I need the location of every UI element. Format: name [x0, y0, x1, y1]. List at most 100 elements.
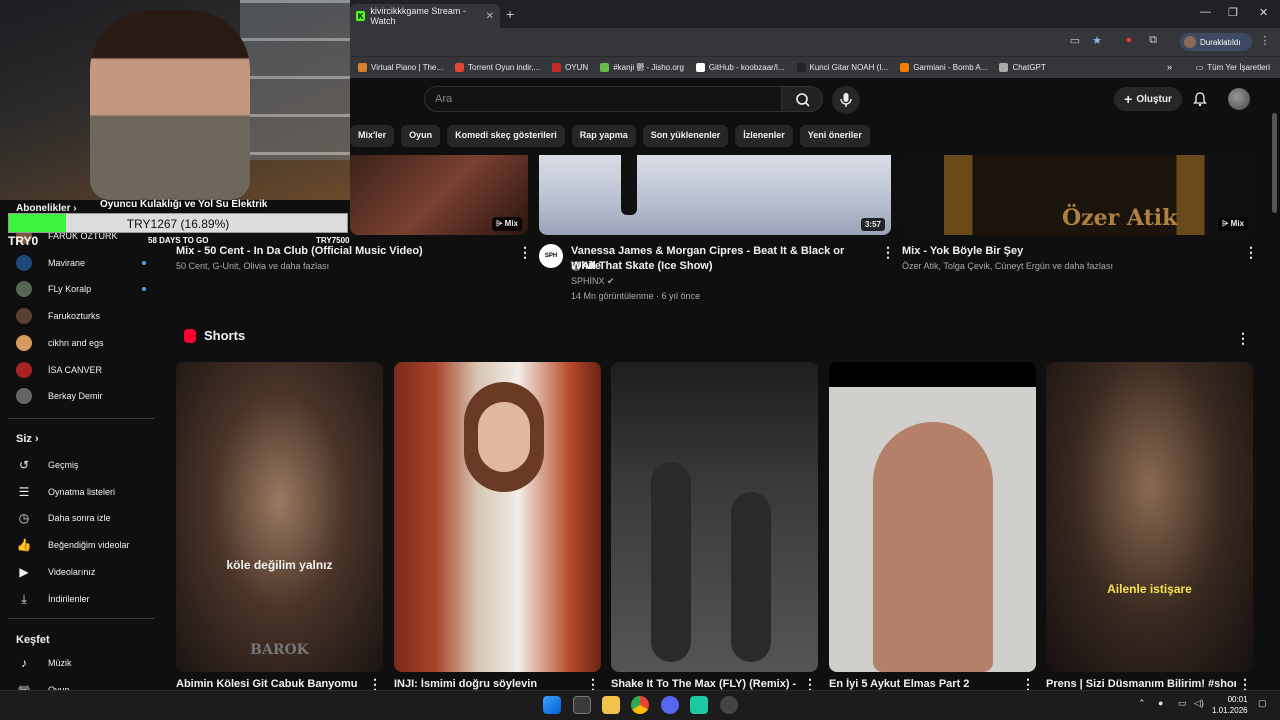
start-icon[interactable]: [543, 696, 561, 714]
bookmark-item[interactable]: GitHub - koobzaar/l...: [695, 63, 785, 72]
short-thumbnail[interactable]: [394, 362, 601, 672]
bookmark-label: GitHub - koobzaar/l...: [708, 63, 785, 72]
new-tab-button[interactable]: +: [506, 6, 514, 22]
bookmark-item[interactable]: Torrent Oyun indir,...: [455, 63, 540, 72]
sidebar-divider: [8, 418, 154, 419]
bookmark-item[interactable]: Virtual Piano | The...: [358, 63, 443, 72]
short-title[interactable]: Abimin Kölesi Git Cabuk Banyomu: [176, 678, 366, 690]
profile-button[interactable]: Duraklatıldı: [1180, 33, 1252, 51]
channel-avatar[interactable]: SPH: [539, 244, 563, 268]
sidebar-item[interactable]: ◷ Daha sonra izle: [16, 507, 146, 529]
bookmark-star-icon[interactable]: ★: [1090, 34, 1104, 48]
music-icon: ♪: [21, 656, 27, 670]
sidebar-item[interactable]: ⤓ İndirilenler: [16, 588, 146, 610]
browser-tab[interactable]: K kivircikkkgame Stream - Watch ✕: [350, 4, 500, 28]
page-scrollbar[interactable]: [1272, 113, 1277, 213]
sidebar-item[interactable]: ♪ Müzik: [16, 652, 146, 674]
subscription-item[interactable]: Mavirane: [16, 252, 146, 274]
video-title-line2[interactable]: @All That Skate (Ice Show): [571, 259, 871, 274]
video-menu-icon[interactable]: ⋮: [881, 244, 895, 261]
subscription-item[interactable]: FLy Koralp: [16, 278, 146, 300]
watch-later-icon: ◷: [18, 511, 30, 526]
create-button[interactable]: + Oluştur: [1114, 87, 1182, 111]
short-title[interactable]: En İyi 5 Aykut Elmas Part 2: [829, 678, 1019, 690]
bookmark-item[interactable]: Kunci Gitar NOAH (I...: [796, 63, 888, 72]
opera-extension-icon[interactable]: ●: [1122, 34, 1136, 48]
network-icon[interactable]: ▭: [1178, 698, 1187, 709]
short-title[interactable]: Prens | Sizi Düsmanım Bilirim! #shorts: [1046, 678, 1236, 690]
volume-icon[interactable]: ◁): [1194, 698, 1204, 709]
filter-chip[interactable]: Son yüklenenler: [642, 125, 729, 147]
video-thumbnail[interactable]: Özer Atik ⩥ Mix: [902, 155, 1254, 235]
short-title[interactable]: INJI: İsmimi doğru söylevin: [394, 678, 584, 690]
short-thumbnail[interactable]: Ailenle istişare: [1046, 362, 1253, 672]
short-thumbnail[interactable]: köle değilim yalnız BAROK: [176, 362, 383, 672]
video-channel[interactable]: Özer Atik, Tolga Çevik, Cüneyt Ergün ve …: [902, 259, 1113, 273]
bookmark-item[interactable]: #kanji 鬱 - Jisho.org: [600, 62, 684, 73]
extensions-icon[interactable]: ⧉: [1146, 34, 1160, 48]
short-thumbnail[interactable]: [611, 362, 818, 672]
sidebar-item[interactable]: ▶ Videolarınız: [16, 561, 146, 583]
video-channel[interactable]: SPHİNX ✔: [571, 274, 615, 288]
steam-icon[interactable]: [720, 696, 738, 714]
chrome-icon[interactable]: [631, 696, 649, 714]
sidebar-item[interactable]: ☰ Oynatma listeleri: [16, 481, 146, 503]
video-thumbnail[interactable]: ⩥ Mix: [350, 155, 528, 235]
new-content-dot: [142, 287, 146, 292]
video-title[interactable]: Mix - 50 Cent - In Da Club (Official Mus…: [176, 244, 506, 259]
short-thumbnail[interactable]: [829, 362, 1036, 672]
filter-chip[interactable]: Oyun: [401, 125, 441, 147]
video-menu-icon[interactable]: ⋮: [1244, 244, 1258, 261]
bookmark-item[interactable]: Garmiani - Bomb A...: [900, 63, 987, 72]
you-heading[interactable]: Siz ›: [16, 433, 39, 445]
microphone-tray-icon[interactable]: ●: [1158, 698, 1163, 708]
sidebar-item[interactable]: 👍 Beğendiğim videolar: [16, 534, 146, 556]
search-button[interactable]: [781, 86, 823, 112]
subscription-item[interactable]: İSA CANVER: [16, 359, 146, 381]
window-close-button[interactable]: ✕: [1259, 6, 1268, 19]
filter-chip[interactable]: İzlenenler: [735, 125, 793, 147]
filter-chip[interactable]: Yeni öneriler: [799, 125, 870, 147]
video-channel[interactable]: 50 Cent, G-Unit, Olivia ve daha fazlası: [176, 259, 329, 273]
browser-menu-icon[interactable]: ⋮: [1258, 34, 1272, 48]
short-caption: köle değilim yalnız: [226, 558, 333, 572]
shorts-menu-icon[interactable]: ⋮: [1236, 330, 1250, 347]
system-clock[interactable]: 00:01 1.01.2026: [1212, 694, 1248, 716]
all-bookmarks-button[interactable]: ▭ Tüm Yer İşaretleri: [1196, 63, 1270, 72]
tray-chevron-icon[interactable]: ⌃: [1138, 698, 1146, 709]
sidebar-item-label: Müzik: [48, 658, 72, 668]
subscription-item[interactable]: Farukozturks: [16, 305, 146, 327]
video-title[interactable]: Mix - Yok Böyle Bir Şey: [902, 244, 1232, 259]
goal-min-label: TRY0: [8, 234, 39, 248]
explore-heading: Keşfet: [16, 634, 50, 646]
subscription-item[interactable]: cikhn and egs: [16, 332, 146, 354]
search-input[interactable]: Ara: [424, 86, 782, 112]
filter-chip[interactable]: Komedi skeç gösterileri: [447, 125, 565, 147]
filter-chip[interactable]: Mix'ler: [350, 125, 395, 147]
video-thumbnail[interactable]: 3:57: [539, 155, 891, 235]
thumbnail-text: Özer Atik: [1062, 205, 1178, 231]
tab-close-icon[interactable]: ✕: [486, 11, 494, 22]
bookmark-item[interactable]: OYUN: [552, 63, 588, 72]
channel-avatar: [16, 361, 32, 378]
restore-button[interactable]: ❐: [1228, 6, 1238, 19]
filter-chip[interactable]: Rap yapma: [571, 125, 636, 147]
notification-center-icon[interactable]: ▢: [1258, 698, 1267, 709]
bookmark-favicon-icon: [999, 63, 1009, 72]
app-icon[interactable]: [690, 696, 708, 714]
bookmark-item[interactable]: ChatGPT: [999, 63, 1046, 72]
cast-icon[interactable]: ▭: [1068, 34, 1082, 48]
duration-badge: 3:57: [860, 218, 885, 231]
video-menu-icon[interactable]: ⋮: [518, 244, 532, 261]
minimize-button[interactable]: —: [1200, 6, 1211, 18]
short-title[interactable]: Shake It To The Max (FLY) (Remix) -: [611, 678, 801, 690]
file-explorer-icon[interactable]: [602, 696, 620, 714]
notifications-bell-icon[interactable]: [1192, 91, 1208, 107]
more-bookmarks-icon[interactable]: »: [1167, 62, 1172, 72]
account-avatar[interactable]: [1228, 88, 1250, 110]
task-view-icon[interactable]: [573, 696, 591, 714]
subscription-item[interactable]: Berkay Demir: [16, 385, 146, 407]
discord-icon[interactable]: [661, 696, 679, 714]
voice-search-button[interactable]: [832, 86, 860, 114]
sidebar-item[interactable]: ↺ Geçmiş: [16, 454, 146, 476]
